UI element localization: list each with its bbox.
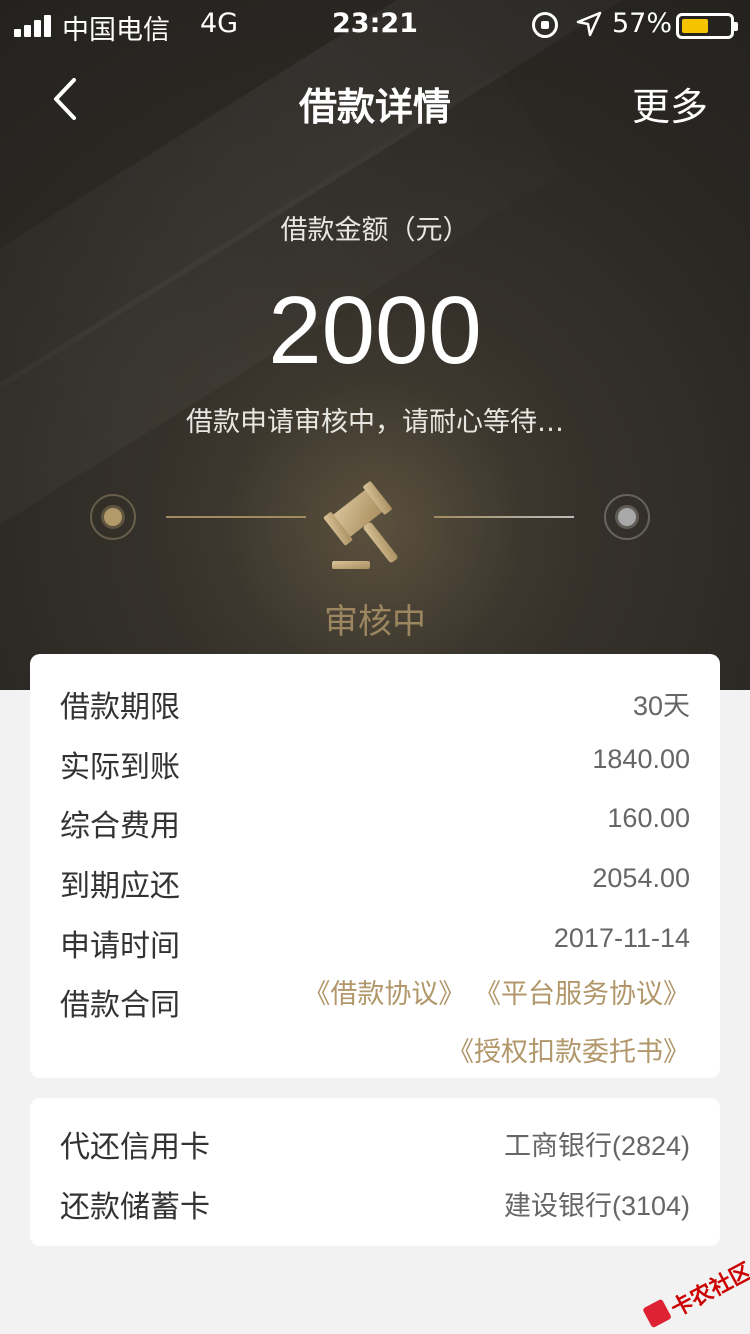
detail-row-received: 实际到账 1840.00 [60, 742, 690, 792]
gavel-icon [323, 481, 398, 569]
rotation-lock-icon [532, 12, 558, 38]
amount-label: 借款金额（元） [280, 215, 470, 246]
watermark-text: 卡农社区 [667, 1258, 750, 1323]
more-button[interactable]: 更多 [632, 76, 708, 131]
detail-value: 2054.00 [592, 863, 690, 893]
detail-value: 工商银行(2824) [503, 1131, 690, 1161]
hero-header: 中国电信 4G 23:21 57% 借款详情 更多 借款金额（元） 2000 借… [0, 0, 750, 690]
detail-value: 1840.00 [592, 744, 690, 774]
detail-label: 到期应还 [60, 869, 180, 904]
detail-row-due: 到期应还 2054.00 [60, 861, 690, 911]
detail-row-fee: 综合费用 160.00 [60, 801, 690, 851]
detail-label: 申请时间 [60, 929, 180, 964]
loan-amount: 2000 [268, 277, 482, 384]
authorization-debit-letter-link[interactable]: 《授权扣款委托书》 [447, 1037, 690, 1068]
detail-label: 借款期限 [60, 690, 180, 725]
bank-cards-card: 代还信用卡 工商银行(2824) 还款储蓄卡 建设银行(3104) [30, 1098, 720, 1246]
detail-value: 建设银行(3104) [503, 1191, 690, 1221]
stage-label: 审核中 [324, 602, 426, 642]
detail-label: 综合费用 [60, 809, 180, 844]
nav-bar: 借款详情 更多 [0, 60, 750, 140]
detail-row-apply-time: 申请时间 2017-11-14 [60, 921, 690, 971]
status-bar: 中国电信 4G 23:21 57% [0, 0, 750, 50]
loan-details-card: 借款期限 30天 实际到账 1840.00 综合费用 160.00 到期应还 2… [30, 654, 720, 1078]
detail-row-term: 借款期限 30天 [60, 682, 690, 732]
loan-agreement-link[interactable]: 《借款协议》 [303, 979, 465, 1010]
loan-status-text: 借款申请审核中，请耐心等待… [186, 407, 564, 438]
credit-card-row: 代还信用卡 工商银行(2824) [60, 1122, 690, 1172]
detail-value: 2017-11-14 [553, 923, 690, 953]
detail-label: 还款储蓄卡 [60, 1190, 210, 1225]
debit-card-row: 还款储蓄卡 建设银行(3104) [60, 1182, 690, 1232]
progress-line [166, 516, 306, 518]
battery-level [682, 19, 708, 33]
contract-links: 《借款协议》 《平台服务协议》 《授权扣款委托书》 [270, 966, 690, 1082]
progress-node-end [604, 494, 650, 540]
watermark-logo-icon [642, 1298, 672, 1329]
progress-tracker [0, 470, 750, 570]
detail-value: 160.00 [607, 803, 690, 833]
watermark: 卡农社区 [634, 1246, 750, 1334]
progress-node-start [90, 494, 136, 540]
battery-percent: 57% [612, 8, 673, 39]
detail-label: 借款合同 [60, 988, 180, 1023]
battery-icon [676, 13, 738, 39]
detail-label: 实际到账 [60, 750, 180, 785]
platform-service-agreement-link[interactable]: 《平台服务协议》 [474, 979, 690, 1010]
detail-label: 代还信用卡 [60, 1130, 210, 1165]
progress-line [434, 516, 574, 518]
location-arrow-icon [576, 11, 602, 37]
detail-value: 30天 [632, 691, 690, 721]
